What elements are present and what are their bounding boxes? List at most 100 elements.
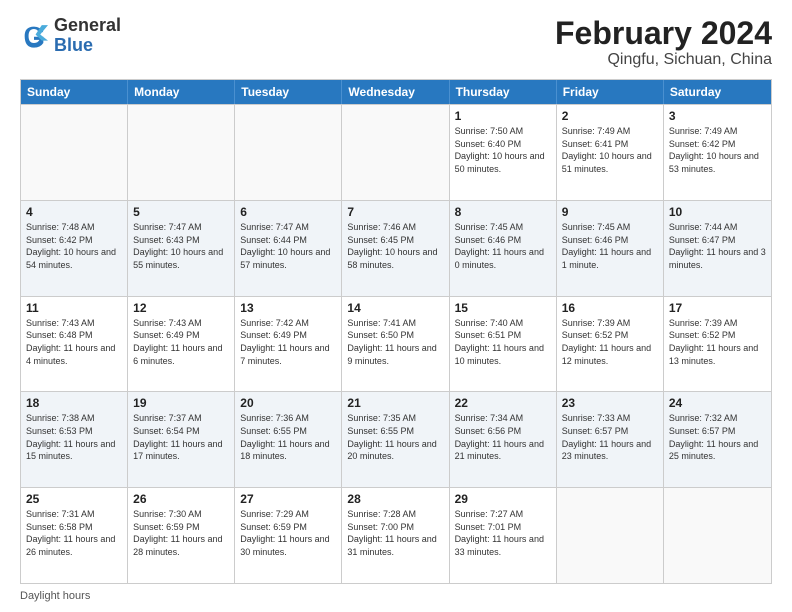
header: General Blue February 2024 Qingfu, Sichu… <box>20 16 772 69</box>
day-number: 15 <box>455 301 551 315</box>
title-block: February 2024 Qingfu, Sichuan, China <box>555 16 772 69</box>
day-info: Sunrise: 7:27 AM Sunset: 7:01 PM Dayligh… <box>455 508 551 558</box>
day-info: Sunrise: 7:42 AM Sunset: 6:49 PM Dayligh… <box>240 317 336 367</box>
calendar-cell: 12 Sunrise: 7:43 AM Sunset: 6:49 PM Dayli… <box>128 297 235 392</box>
day-info: Sunrise: 7:37 AM Sunset: 6:54 PM Dayligh… <box>133 412 229 462</box>
day-number: 14 <box>347 301 443 315</box>
calendar-cell: 19 Sunrise: 7:37 AM Sunset: 6:54 PM Dayli… <box>128 392 235 487</box>
day-info: Sunrise: 7:49 AM Sunset: 6:42 PM Dayligh… <box>669 125 766 175</box>
day-number: 27 <box>240 492 336 506</box>
day-number: 18 <box>26 396 122 410</box>
calendar-cell: 5 Sunrise: 7:47 AM Sunset: 6:43 PM Daylig… <box>128 201 235 296</box>
calendar-cell <box>128 105 235 200</box>
calendar-cell <box>342 105 449 200</box>
page: General Blue February 2024 Qingfu, Sichu… <box>0 0 792 612</box>
calendar-cell: 13Sunrise: 7:42 AM Sunset: 6:49 PM Dayli… <box>235 297 342 392</box>
day-info: Sunrise: 7:47 AM Sunset: 6:44 PM Dayligh… <box>240 221 336 271</box>
month-title: February 2024 <box>555 16 772 51</box>
day-info: Sunrise: 7:41 AM Sunset: 6:50 PM Dayligh… <box>347 317 443 367</box>
calendar-cell: 17 Sunrise: 7:39 AM Sunset: 6:52 PM Dayli… <box>664 297 771 392</box>
day-info: Sunrise: 7:45 AM Sunset: 6:46 PM Dayligh… <box>562 221 658 271</box>
day-info: Sunrise: 7:34 AM Sunset: 6:56 PM Dayligh… <box>455 412 551 462</box>
weekday-header: Friday <box>557 80 664 104</box>
calendar-cell: 7 Sunrise: 7:46 AM Sunset: 6:45 PM Daylig… <box>342 201 449 296</box>
footer-note: Daylight hours <box>20 590 772 602</box>
day-number: 19 <box>133 396 229 410</box>
day-info: Sunrise: 7:32 AM Sunset: 6:57 PM Dayligh… <box>669 412 766 462</box>
calendar-cell: 14 Sunrise: 7:41 AM Sunset: 6:50 PM Dayli… <box>342 297 449 392</box>
weekday-header: Tuesday <box>235 80 342 104</box>
day-number: 17 <box>669 301 766 315</box>
calendar: SundayMondayTuesdayWednesdayThursdayFrid… <box>20 79 772 584</box>
day-info: Sunrise: 7:30 AM Sunset: 6:59 PM Dayligh… <box>133 508 229 558</box>
day-number: 28 <box>347 492 443 506</box>
calendar-cell: 8 Sunrise: 7:45 AM Sunset: 6:46 PM Daylig… <box>450 201 557 296</box>
day-number: 10 <box>669 205 766 219</box>
calendar-cell: 26 Sunrise: 7:30 AM Sunset: 6:59 PM Dayli… <box>128 488 235 583</box>
weekday-header: Sunday <box>21 80 128 104</box>
day-info: Sunrise: 7:39 AM Sunset: 6:52 PM Dayligh… <box>562 317 658 367</box>
calendar-cell: 24 Sunrise: 7:32 AM Sunset: 6:57 PM Dayli… <box>664 392 771 487</box>
day-info: Sunrise: 7:36 AM Sunset: 6:55 PM Dayligh… <box>240 412 336 462</box>
day-info: Sunrise: 7:35 AM Sunset: 6:55 PM Dayligh… <box>347 412 443 462</box>
day-info: Sunrise: 7:43 AM Sunset: 6:49 PM Dayligh… <box>133 317 229 367</box>
calendar-body: 1Sunrise: 7:50 AM Sunset: 6:40 PM Daylig… <box>21 104 771 583</box>
calendar-cell: 16 Sunrise: 7:39 AM Sunset: 6:52 PM Dayli… <box>557 297 664 392</box>
day-number: 16 <box>562 301 658 315</box>
day-number: 21 <box>347 396 443 410</box>
calendar-cell: 11 Sunrise: 7:43 AM Sunset: 6:48 PM Dayli… <box>21 297 128 392</box>
calendar-cell: 27 Sunrise: 7:29 AM Sunset: 6:59 PM Dayli… <box>235 488 342 583</box>
calendar-cell: 28Sunrise: 7:28 AM Sunset: 7:00 PM Dayli… <box>342 488 449 583</box>
calendar-cell: 9 Sunrise: 7:45 AM Sunset: 6:46 PM Daylig… <box>557 201 664 296</box>
day-number: 7 <box>347 205 443 219</box>
calendar-cell <box>235 105 342 200</box>
logo-icon <box>20 22 48 50</box>
day-number: 1 <box>455 109 551 123</box>
day-info: Sunrise: 7:44 AM Sunset: 6:47 PM Dayligh… <box>669 221 766 271</box>
day-info: Sunrise: 7:29 AM Sunset: 6:59 PM Dayligh… <box>240 508 336 558</box>
calendar-row: 25 Sunrise: 7:31 AM Sunset: 6:58 PM Dayli… <box>21 487 771 583</box>
day-number: 11 <box>26 301 122 315</box>
day-number: 25 <box>26 492 122 506</box>
location-title: Qingfu, Sichuan, China <box>555 51 772 69</box>
calendar-cell: 15 Sunrise: 7:40 AM Sunset: 6:51 PM Dayli… <box>450 297 557 392</box>
calendar-row: 18 Sunrise: 7:38 AM Sunset: 6:53 PM Dayli… <box>21 391 771 487</box>
calendar-cell <box>664 488 771 583</box>
calendar-cell: 10 Sunrise: 7:44 AM Sunset: 6:47 PM Dayli… <box>664 201 771 296</box>
calendar-row: 4 Sunrise: 7:48 AM Sunset: 6:42 PM Daylig… <box>21 200 771 296</box>
day-number: 6 <box>240 205 336 219</box>
day-info: Sunrise: 7:49 AM Sunset: 6:41 PM Dayligh… <box>562 125 658 175</box>
day-number: 26 <box>133 492 229 506</box>
day-info: Sunrise: 7:45 AM Sunset: 6:46 PM Dayligh… <box>455 221 551 271</box>
calendar-cell: 25 Sunrise: 7:31 AM Sunset: 6:58 PM Dayli… <box>21 488 128 583</box>
day-info: Sunrise: 7:38 AM Sunset: 6:53 PM Dayligh… <box>26 412 122 462</box>
calendar-cell: 20Sunrise: 7:36 AM Sunset: 6:55 PM Dayli… <box>235 392 342 487</box>
logo: General Blue <box>20 16 121 56</box>
day-info: Sunrise: 7:46 AM Sunset: 6:45 PM Dayligh… <box>347 221 443 271</box>
day-info: Sunrise: 7:48 AM Sunset: 6:42 PM Dayligh… <box>26 221 122 271</box>
day-number: 22 <box>455 396 551 410</box>
day-info: Sunrise: 7:40 AM Sunset: 6:51 PM Dayligh… <box>455 317 551 367</box>
day-info: Sunrise: 7:33 AM Sunset: 6:57 PM Dayligh… <box>562 412 658 462</box>
day-number: 29 <box>455 492 551 506</box>
calendar-cell: 18 Sunrise: 7:38 AM Sunset: 6:53 PM Dayli… <box>21 392 128 487</box>
day-number: 4 <box>26 205 122 219</box>
calendar-cell: 3Sunrise: 7:49 AM Sunset: 6:42 PM Daylig… <box>664 105 771 200</box>
calendar-header: SundayMondayTuesdayWednesdayThursdayFrid… <box>21 80 771 104</box>
day-info: Sunrise: 7:43 AM Sunset: 6:48 PM Dayligh… <box>26 317 122 367</box>
calendar-cell <box>557 488 664 583</box>
calendar-cell: 21 Sunrise: 7:35 AM Sunset: 6:55 PM Dayli… <box>342 392 449 487</box>
day-number: 9 <box>562 205 658 219</box>
weekday-header: Saturday <box>664 80 771 104</box>
weekday-header: Monday <box>128 80 235 104</box>
day-info: Sunrise: 7:31 AM Sunset: 6:58 PM Dayligh… <box>26 508 122 558</box>
day-info: Sunrise: 7:47 AM Sunset: 6:43 PM Dayligh… <box>133 221 229 271</box>
day-info: Sunrise: 7:39 AM Sunset: 6:52 PM Dayligh… <box>669 317 766 367</box>
day-number: 24 <box>669 396 766 410</box>
calendar-cell: 23Sunrise: 7:33 AM Sunset: 6:57 PM Dayli… <box>557 392 664 487</box>
day-number: 12 <box>133 301 229 315</box>
day-number: 8 <box>455 205 551 219</box>
calendar-cell: 1Sunrise: 7:50 AM Sunset: 6:40 PM Daylig… <box>450 105 557 200</box>
calendar-cell: 29 Sunrise: 7:27 AM Sunset: 7:01 PM Dayli… <box>450 488 557 583</box>
day-number: 5 <box>133 205 229 219</box>
